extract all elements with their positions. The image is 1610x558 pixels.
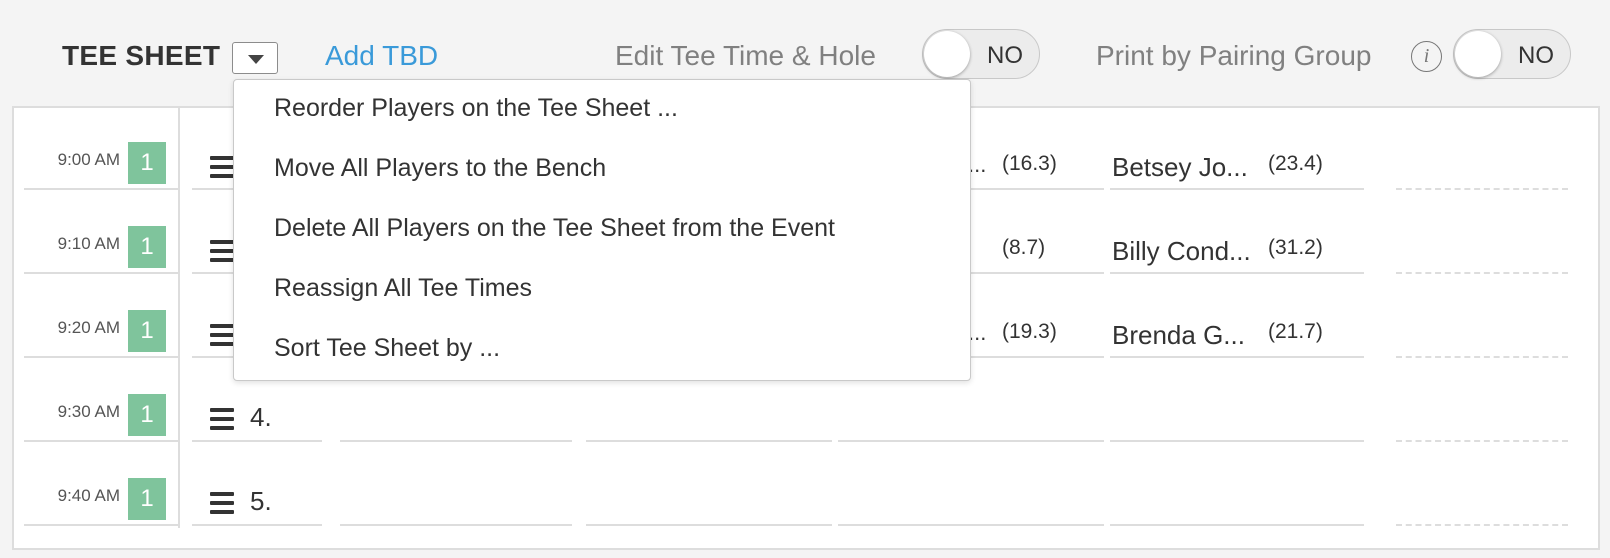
- toggle-value: NO: [1518, 42, 1554, 69]
- group-number: 5.: [250, 486, 272, 516]
- player-slot-2[interactable]: [340, 524, 572, 526]
- player-slot-4[interactable]: [838, 524, 1104, 526]
- player-handicap: (8.7): [1002, 236, 1046, 259]
- divider: [24, 524, 178, 526]
- player-slot-3[interactable]: [586, 524, 832, 526]
- empty-slot[interactable]: [1396, 524, 1568, 526]
- caret-down-icon: [248, 55, 264, 64]
- tee-sheet-dropdown-button[interactable]: [232, 42, 278, 74]
- drag-handle-icon[interactable]: [210, 324, 234, 346]
- drag-handle-icon[interactable]: [210, 156, 234, 178]
- add-tbd-link[interactable]: Add TBD: [325, 40, 438, 72]
- tee-time: 9:30 AM: [57, 402, 120, 421]
- player-handicap: (23.4): [1268, 152, 1323, 175]
- page-title: TEE SHEET: [62, 40, 221, 71]
- player-slot-1[interactable]: [192, 524, 322, 526]
- menu-item-reorder-players[interactable]: Reorder Players on the Tee Sheet ...: [274, 94, 678, 123]
- menu-item-sort-tee-sheet[interactable]: Sort Tee Sheet by ...: [274, 334, 500, 363]
- player-name[interactable]: Billy Cond...: [1112, 236, 1251, 267]
- drag-handle-icon[interactable]: [210, 492, 234, 514]
- tee-time: 9:10 AM: [57, 234, 120, 253]
- hole-badge[interactable]: 1: [128, 142, 166, 184]
- tee-time: 9:40 AM: [57, 486, 120, 505]
- player-handicap: (19.3): [1002, 320, 1057, 343]
- toggle-value: NO: [987, 42, 1023, 69]
- hole-badge[interactable]: 1: [128, 310, 166, 352]
- tee-time: 9:00 AM: [57, 150, 120, 169]
- menu-item-reassign-tee-times[interactable]: Reassign All Tee Times: [274, 274, 532, 303]
- toggle-knob: [924, 31, 970, 77]
- hole-badge[interactable]: 1: [128, 478, 166, 520]
- menu-item-delete-all-players[interactable]: Delete All Players on the Tee Sheet from…: [274, 214, 835, 243]
- tee-sheet-dropdown-menu: Reorder Players on the Tee Sheet ... Mov…: [233, 79, 971, 381]
- toggle-knob: [1455, 31, 1501, 77]
- tee-time: 9:20 AM: [57, 318, 120, 337]
- player-slot-5[interactable]: [1110, 524, 1364, 526]
- hole-badge[interactable]: 1: [128, 394, 166, 436]
- edit-tee-time-label: Edit Tee Time & Hole: [615, 40, 876, 71]
- player-handicap: (21.7): [1268, 320, 1323, 343]
- tee-time-row: 9:40 AM 1 5.: [0, 442, 1610, 526]
- menu-item-move-to-bench[interactable]: Move All Players to the Bench: [274, 154, 606, 183]
- info-icon[interactable]: i: [1411, 41, 1442, 72]
- print-by-pairing-toggle[interactable]: NO: [1453, 29, 1571, 79]
- edit-tee-time-toggle[interactable]: NO: [922, 29, 1040, 79]
- drag-handle-icon[interactable]: [210, 408, 234, 430]
- print-by-pairing-label: Print by Pairing Group: [1096, 40, 1372, 71]
- player-name[interactable]: Brenda G...: [1112, 320, 1245, 351]
- group-number: 4.: [250, 402, 272, 432]
- player-handicap: (16.3): [1002, 152, 1057, 175]
- drag-handle-icon[interactable]: [210, 240, 234, 262]
- hole-badge[interactable]: 1: [128, 226, 166, 268]
- player-handicap: (31.2): [1268, 236, 1323, 259]
- player-name[interactable]: Betsey Jo...: [1112, 152, 1248, 183]
